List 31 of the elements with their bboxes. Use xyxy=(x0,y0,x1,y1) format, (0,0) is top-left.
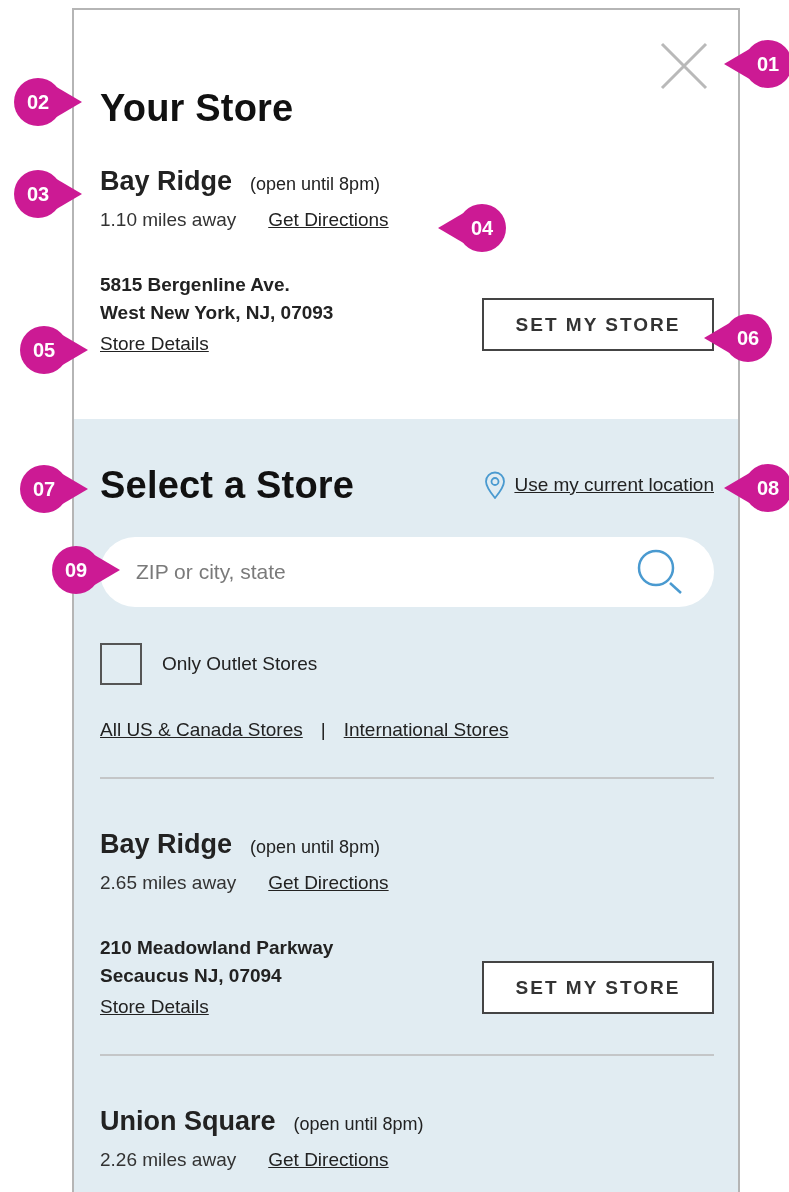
store-name: Bay Ridge xyxy=(100,829,233,860)
store-distance: 1.10 miles away xyxy=(100,209,237,231)
store-name: Union Square xyxy=(100,1106,276,1137)
store-hours: (open until 8pm) xyxy=(250,174,381,195)
directions-link[interactable]: Get Directions xyxy=(268,209,389,231)
checkbox-label: Only Outlet Stores xyxy=(162,653,318,675)
set-store-button[interactable]: SET MY STORE xyxy=(482,298,714,351)
directions-link[interactable]: Get Directions xyxy=(268,872,389,894)
store-address: 210 Meadowland Parkway xyxy=(100,936,334,960)
location-pin-icon xyxy=(484,471,507,499)
current-location-link[interactable]: Use my current location xyxy=(514,474,714,496)
store-address: Secaucus NJ, 07094 xyxy=(100,964,283,988)
section-title: Your Store xyxy=(100,86,295,130)
search-icon xyxy=(636,549,684,595)
store-hours: (open until 8pm) xyxy=(293,1114,424,1135)
section-title: Select a Store xyxy=(100,463,355,507)
set-store-button[interactable]: SET MY STORE xyxy=(482,961,714,1014)
link-separator: | xyxy=(320,719,326,741)
search-field[interactable]: ZIP or city, state xyxy=(100,537,714,607)
outlet-checkbox[interactable] xyxy=(100,643,142,685)
store-details-link[interactable]: Store Details xyxy=(100,333,209,355)
store-list-link[interactable]: All US & Canada Stores xyxy=(100,719,303,741)
store-list-link[interactable]: International Stores xyxy=(343,719,509,741)
directions-link[interactable]: Get Directions xyxy=(268,1149,389,1171)
store-address: 5815 Bergenline Ave. xyxy=(100,273,291,297)
store-details-link[interactable]: Store Details xyxy=(100,996,209,1018)
store-hours: (open until 8pm) xyxy=(250,837,381,858)
store-distance: 2.65 miles away xyxy=(100,872,237,894)
store-name: Bay Ridge xyxy=(100,166,233,197)
store-address: West New York, NJ, 07093 xyxy=(100,301,334,325)
store-distance: 2.26 miles away xyxy=(100,1149,237,1171)
